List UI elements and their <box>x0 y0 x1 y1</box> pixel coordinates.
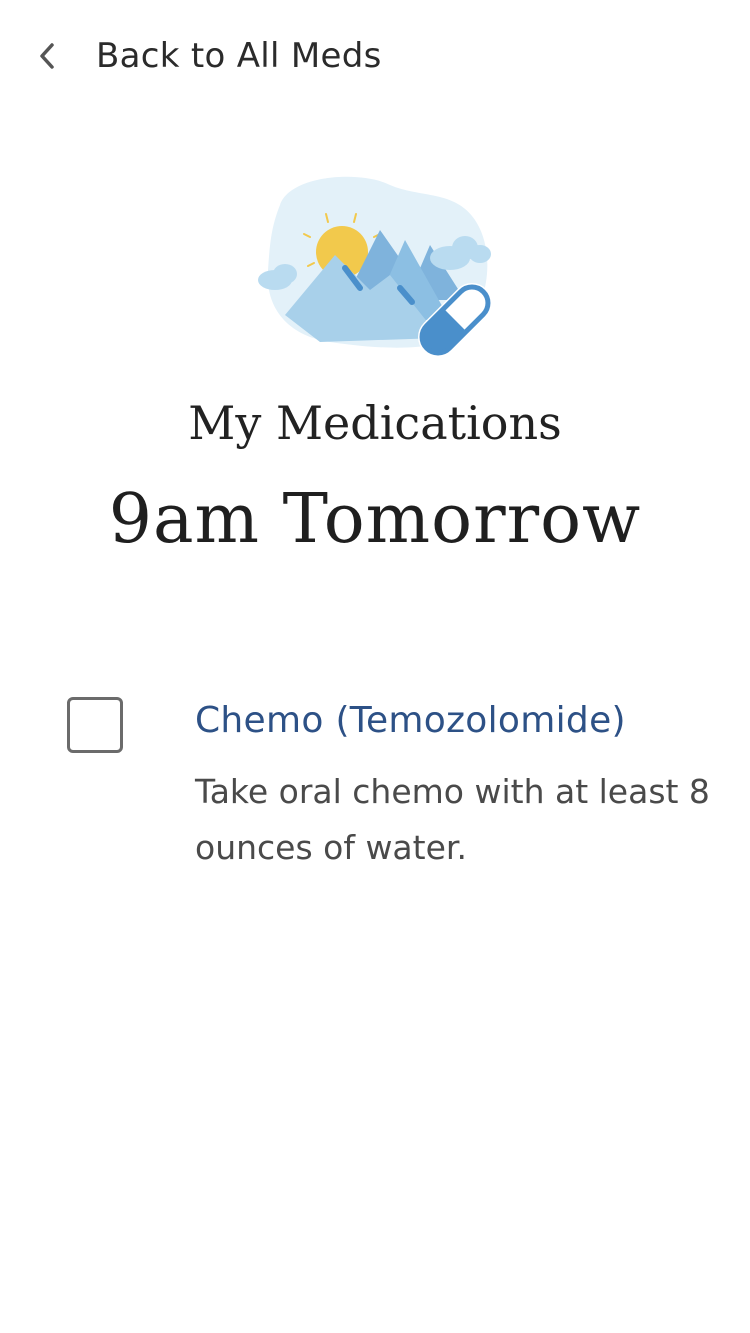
page-heading: My Medications <box>188 396 562 450</box>
schedule-time: 9am Tomorrow <box>108 480 642 559</box>
medication-instructions: Take oral chemo with at least 8 ounces o… <box>195 772 710 867</box>
back-label: Back to All Meds <box>96 36 382 76</box>
mountains-sun-pill-illustration <box>250 170 500 365</box>
medication-name: Chemo (Temozolomide) <box>195 700 626 741</box>
back-to-all-meds-button[interactable]: Back to All Meds <box>30 28 382 84</box>
chevron-left-icon <box>30 39 64 73</box>
medication-item: Chemo (Temozolomide) Take oral chemo wit… <box>0 690 750 880</box>
medication-checkbox[interactable] <box>67 697 123 753</box>
